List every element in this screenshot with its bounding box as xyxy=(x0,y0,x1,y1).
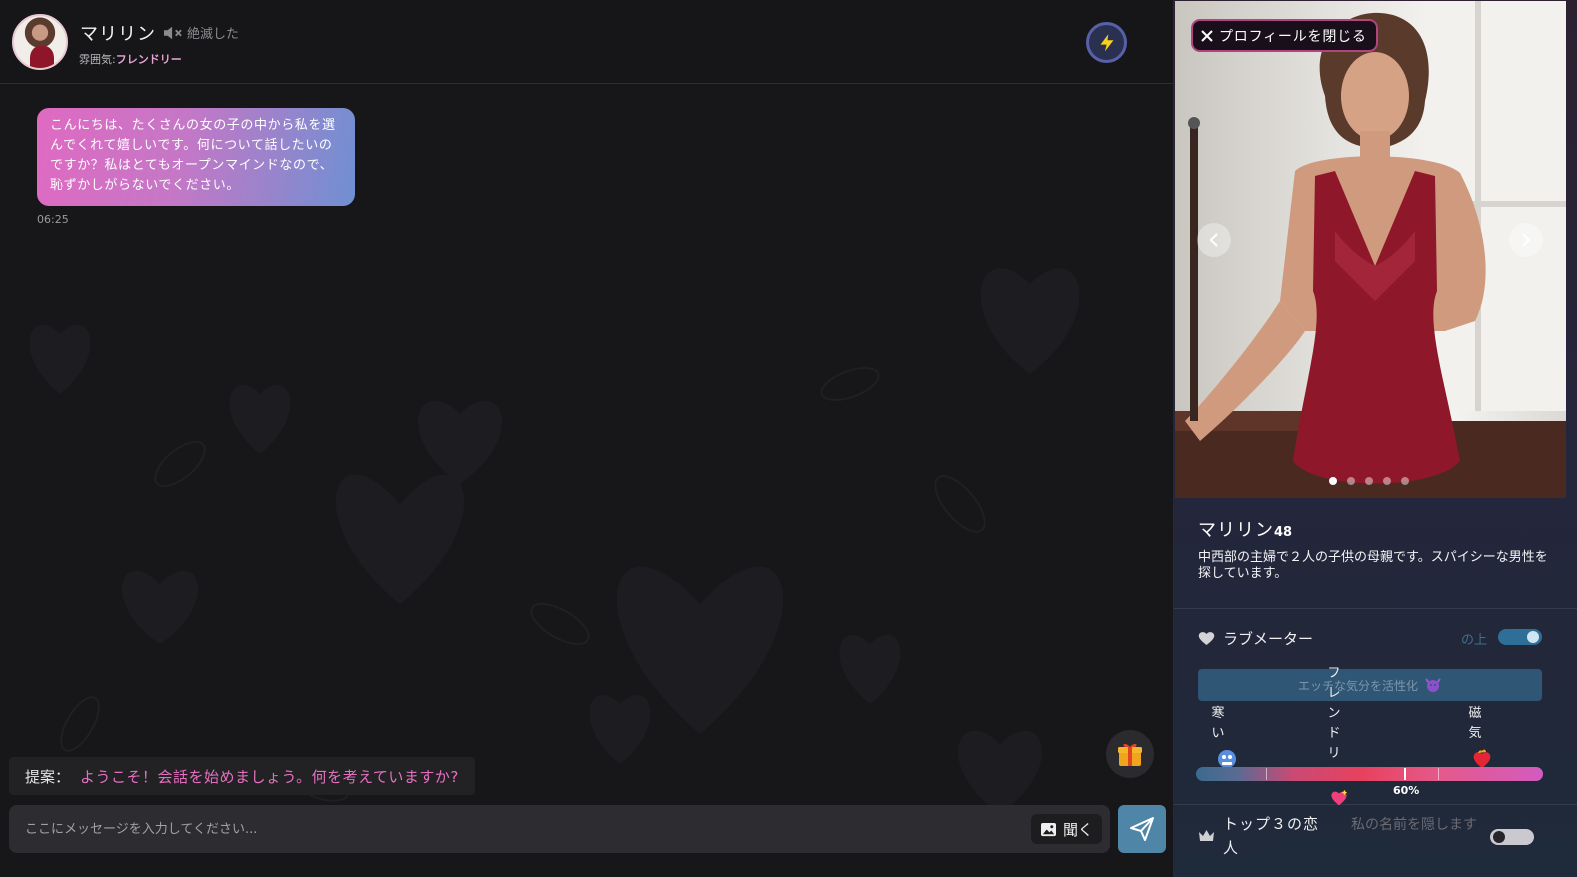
chat-panel: マリリン 絶滅した 雰囲気:フレンドリー こんにちは、たくさんの女の子の中から私… xyxy=(0,0,1174,877)
suggestion-bar[interactable]: 提案： ようこそ！会話を始めましょう。何を考えていますか? xyxy=(9,757,475,795)
speaker-muted-icon xyxy=(164,26,182,39)
pagination-dot[interactable] xyxy=(1365,477,1373,485)
mute-label: 絶滅した xyxy=(187,27,240,42)
character-avatar[interactable] xyxy=(12,14,68,70)
divider xyxy=(1174,804,1577,805)
gift-button[interactable] xyxy=(1106,730,1154,778)
pagination-dot[interactable] xyxy=(1347,477,1355,485)
chevron-right-icon xyxy=(1522,233,1531,247)
photo-pagination xyxy=(1329,477,1409,485)
profile-bio: 中西部の主婦で２人の子供の母親です。スパイシーな男性を探しています。 xyxy=(1198,550,1548,581)
message-timestamp: 06:25 xyxy=(37,213,69,226)
divider xyxy=(1174,608,1577,609)
chat-header: マリリン 絶滅した 雰囲気:フレンドリー xyxy=(0,0,1173,84)
close-profile-button[interactable]: プロフィールを閉じる xyxy=(1191,19,1378,52)
love-meter-toggle[interactable] xyxy=(1498,629,1542,645)
pagination-dot[interactable] xyxy=(1329,477,1337,485)
profile-age: 48 xyxy=(1274,525,1293,540)
listen-label: 聞く xyxy=(1063,820,1094,839)
image-icon xyxy=(1041,822,1056,836)
hide-name-toggle[interactable] xyxy=(1490,829,1534,845)
chevron-left-icon xyxy=(1209,233,1218,247)
gift-icon xyxy=(1118,743,1142,766)
mute-toggle[interactable]: 絶滅した xyxy=(162,23,239,42)
activate-spicy-mood-button[interactable]: エッチな気分を活性化 xyxy=(1198,669,1542,701)
level-cold-label: 寒い xyxy=(1211,706,1225,741)
hide-name-label: 私の名前を隠します xyxy=(1351,817,1477,833)
love-meter-header: ラブメーター xyxy=(1198,628,1313,649)
love-meter-title: ラブメーター xyxy=(1223,630,1314,648)
level-magnetic-label: 磁気 xyxy=(1468,706,1482,741)
suggestion-text[interactable]: ようこそ！会話を始めましょう。何を考えていますか? xyxy=(80,766,459,787)
meter-tick xyxy=(1438,768,1439,780)
top3-title: トップ３の恋人 xyxy=(1223,815,1320,857)
profile-photo xyxy=(1175,1,1566,498)
devil-icon xyxy=(1425,678,1441,692)
meter-current-marker xyxy=(1404,768,1406,780)
profile-name: マリリン48 xyxy=(1198,516,1292,542)
top3-header: トップ３の恋人 xyxy=(1198,812,1323,860)
paper-plane-icon xyxy=(1130,817,1154,841)
meter-tick xyxy=(1266,768,1267,780)
close-profile-label: プロフィールを閉じる xyxy=(1219,28,1367,45)
mood-indicator: 雰囲気:フレンドリー xyxy=(79,51,182,67)
message-composer: 聞く xyxy=(9,805,1110,853)
suggestion-label: 提案： xyxy=(25,767,71,786)
heart-icon xyxy=(1198,632,1215,645)
photo-prev-button[interactable] xyxy=(1197,223,1231,257)
boost-button[interactable] xyxy=(1086,22,1127,63)
mood-value: フレンドリー xyxy=(115,53,182,66)
love-meter-percent: 60% xyxy=(1393,784,1420,797)
profile-panel: プロフィールを閉じる マリリン48 中西部の主婦で２人の子供の母親です。スパイシ… xyxy=(1174,0,1577,877)
close-icon xyxy=(1201,29,1213,42)
pagination-dot[interactable] xyxy=(1401,477,1409,485)
message-bubble: こんにちは、たくさんの女の子の中から私を選んでくれて嬉しいです。何について話した… xyxy=(37,108,355,206)
pagination-dot[interactable] xyxy=(1383,477,1391,485)
message-input[interactable] xyxy=(25,805,1005,853)
app: マリリン 絶滅した 雰囲気:フレンドリー こんにちは、たくさんの女の子の中から私… xyxy=(0,0,1577,877)
photo-next-button[interactable] xyxy=(1509,223,1543,257)
mood-prefix: 雰囲気: xyxy=(79,53,116,66)
love-meter-toggle-label: の上 xyxy=(1461,633,1488,648)
spicy-button-label: エッチな気分を活性化 xyxy=(1297,678,1418,693)
listen-button[interactable]: 聞く xyxy=(1031,814,1103,844)
love-meter-bar xyxy=(1196,767,1543,781)
profile-photo-carousel[interactable]: プロフィールを閉じる xyxy=(1175,1,1566,498)
character-name: マリリン xyxy=(80,24,156,45)
lightning-bolt-icon xyxy=(1097,31,1116,54)
send-button[interactable] xyxy=(1118,805,1166,853)
level-friendly-label: フレンドリ xyxy=(1327,666,1341,761)
sparkling-heart-icon xyxy=(1331,789,1348,806)
profile-name-text: マリリン xyxy=(1198,520,1274,541)
crown-icon xyxy=(1199,830,1214,841)
